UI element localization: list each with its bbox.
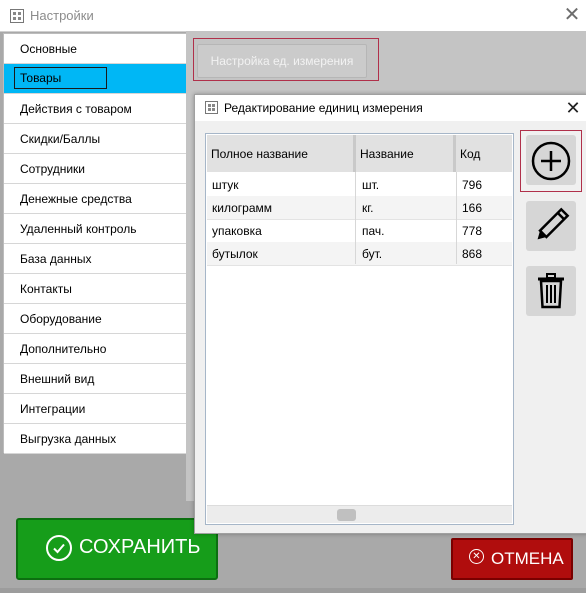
dialog-title: Редактирование единиц измерения — [224, 101, 423, 115]
table-cell: 796 — [462, 178, 483, 192]
sidebar-item-label: Действия с товаром — [20, 102, 132, 116]
column-header-code[interactable]: Код — [456, 135, 512, 172]
close-dialog-button[interactable]: ✕ — [561, 96, 585, 120]
sidebar-item-label: Товары — [14, 67, 107, 89]
column-header-full-name[interactable]: Полное название — [207, 135, 356, 172]
table-cell: штук — [212, 178, 239, 192]
units-table: Полное название Название Код штук шт. 796 к… — [205, 133, 514, 525]
sidebar-item[interactable]: Удаленный контроль — [4, 214, 187, 244]
sidebar-item-label: Контакты — [20, 282, 72, 296]
sidebar-item-label: Скидки/Баллы — [20, 132, 101, 146]
sidebar-item-label: База данных — [20, 252, 92, 266]
delete-unit-button[interactable] — [526, 266, 576, 316]
sidebar-item[interactable]: Контакты — [4, 274, 187, 304]
table-row[interactable]: бутылок бут. 868 — [207, 242, 512, 266]
footer-strip — [0, 588, 586, 593]
sidebar-item[interactable]: Выгрузка данных — [4, 424, 187, 454]
title-bar: Настройки ✕ — [0, 0, 586, 32]
table-cell: шт. — [362, 178, 380, 192]
unit-settings-button[interactable]: Настройка ед. измерения — [197, 44, 367, 78]
plus-circle-icon — [531, 141, 571, 181]
sidebar-item-label: Основные — [20, 42, 77, 56]
sidebar-item-label: Удаленный контроль — [20, 222, 137, 236]
column-divider — [456, 172, 457, 264]
settings-window: Настройки ✕ Основные Товары Действия с тов… — [0, 0, 586, 593]
scrollbar-thumb[interactable] — [337, 509, 356, 521]
units-dialog: Редактирование единиц измерения ✕ Полное… — [194, 94, 586, 534]
sidebar-item-label: Интеграции — [20, 402, 86, 416]
table-cell: 778 — [462, 224, 483, 238]
sidebar-item-label: Выгрузка данных — [20, 432, 117, 446]
sidebar-item-label: Сотрудники — [20, 162, 85, 176]
close-circle-icon: ✕ — [469, 549, 484, 564]
sidebar-item-label: Денежные средства — [20, 192, 132, 206]
close-window-button[interactable]: ✕ — [560, 3, 584, 27]
cancel-button[interactable]: ✕ ОТМЕНА — [451, 538, 573, 580]
horizontal-scrollbar[interactable] — [207, 505, 512, 523]
sidebar-item[interactable]: Скидки/Баллы — [4, 124, 187, 154]
sidebar-item-label: Внешний вид — [20, 372, 95, 386]
column-divider — [355, 172, 356, 264]
table-cell: 868 — [462, 247, 483, 261]
table-cell: бутылок — [212, 247, 258, 261]
table-header: Полное название Название Код — [207, 135, 512, 172]
table-row[interactable]: килограмм кг. 166 — [207, 196, 512, 220]
sidebar-item[interactable]: Оборудование — [4, 304, 187, 334]
check-circle-icon — [46, 535, 72, 561]
settings-sidebar: Основные Товары Действия с товаром Скидки/Б… — [3, 33, 188, 454]
sidebar-item[interactable]: Действия с товаром — [4, 94, 187, 124]
sidebar-item[interactable]: Денежные средства — [4, 184, 187, 214]
edit-unit-button[interactable] — [526, 201, 576, 251]
sidebar-item[interactable]: Сотрудники — [4, 154, 187, 184]
table-row[interactable]: штук шт. 796 — [207, 173, 512, 197]
table-cell: 166 — [462, 201, 483, 215]
column-header-short-name[interactable]: Название — [356, 135, 456, 172]
sidebar-item[interactable]: База данных — [4, 244, 187, 274]
save-button[interactable]: СОХРАНИТЬ — [16, 518, 218, 580]
sidebar-item[interactable]: Внешний вид — [4, 364, 187, 394]
add-unit-button[interactable] — [526, 135, 576, 185]
sidebar-item-label: Оборудование — [20, 312, 102, 326]
save-button-label: СОХРАНИТЬ — [79, 536, 201, 558]
table-cell: кг. — [362, 201, 374, 215]
sidebar-item-label: Дополнительно — [20, 342, 107, 356]
table-row[interactable]: упаковка пач. 778 — [207, 219, 512, 243]
pencil-icon — [537, 207, 570, 240]
sidebar-item[interactable]: Основные — [4, 34, 187, 64]
sidebar-item[interactable]: Товары — [4, 64, 187, 94]
window-title: Настройки — [30, 8, 94, 23]
dialog-title-bar: Редактирование единиц измерения ✕ — [195, 95, 586, 121]
trash-icon — [538, 273, 564, 309]
table-cell: бут. — [362, 247, 383, 261]
sidebar-item[interactable]: Дополнительно — [4, 334, 187, 364]
table-cell: килограмм — [212, 201, 272, 215]
table-cell: упаковка — [212, 224, 262, 238]
sidebar-item[interactable]: Интеграции — [4, 394, 187, 424]
app-icon — [10, 9, 24, 23]
dialog-app-icon — [205, 101, 218, 114]
table-cell: пач. — [362, 224, 385, 238]
cancel-button-label: ОТМЕНА — [491, 549, 564, 568]
